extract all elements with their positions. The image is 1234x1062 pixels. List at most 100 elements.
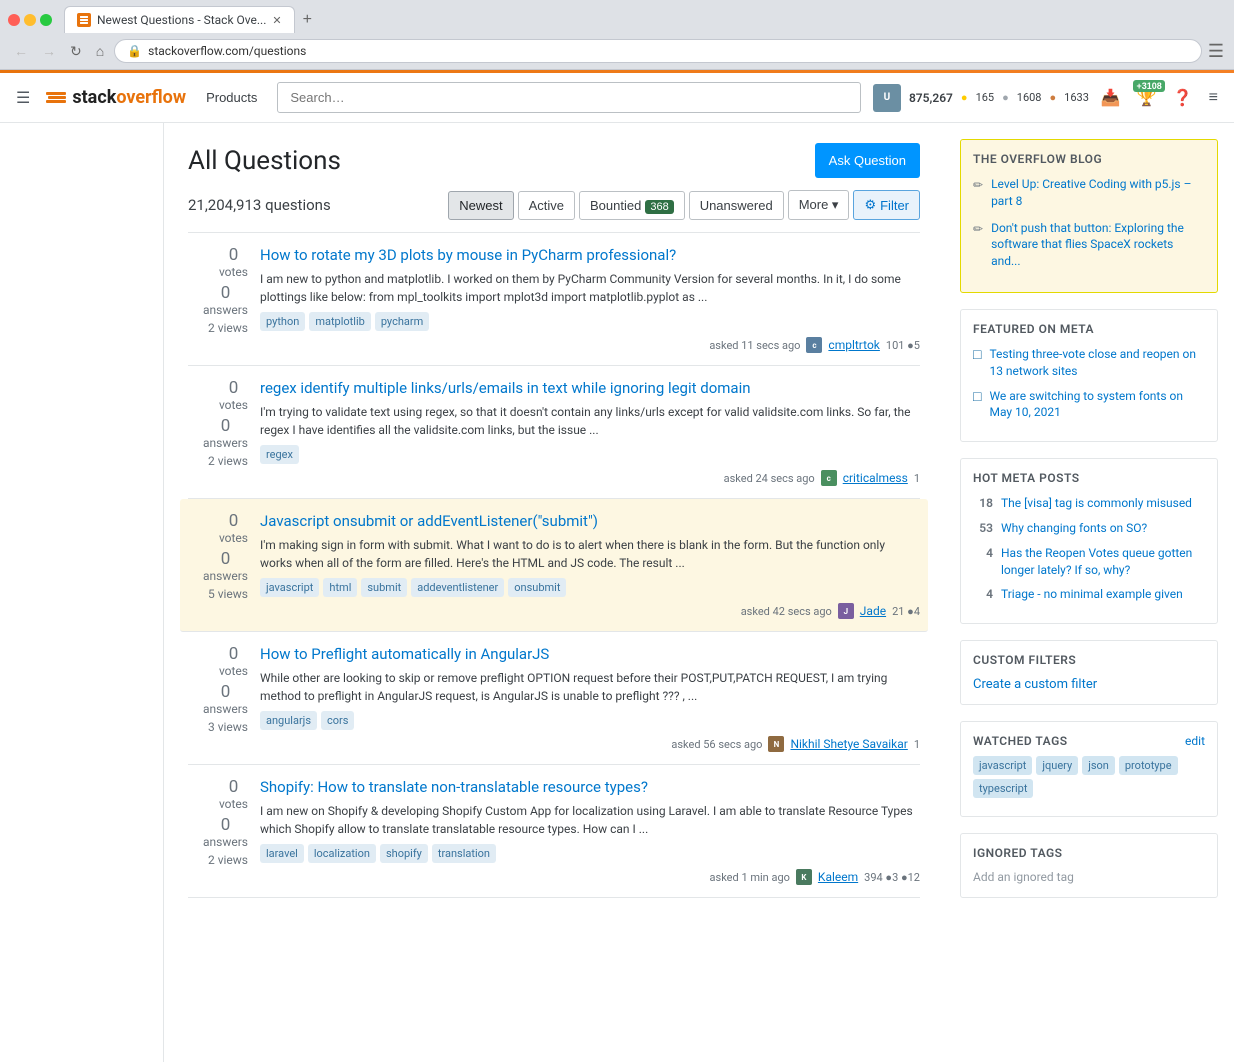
question-title-link[interactable]: regex identify multiple links/urls/email… bbox=[260, 378, 920, 399]
tag[interactable]: pycharm bbox=[375, 312, 429, 331]
help-button[interactable]: ❓ bbox=[1169, 84, 1197, 112]
unanswered-filter-button[interactable]: Unanswered bbox=[689, 191, 784, 220]
maximize-button[interactable] bbox=[40, 14, 52, 26]
tag[interactable]: python bbox=[260, 312, 305, 331]
vote-count: 0 votes bbox=[219, 245, 248, 279]
table-row: 0 votes 0 answers 2 views How to rotate … bbox=[188, 233, 920, 366]
more-filter-button[interactable]: More ▾ bbox=[788, 190, 850, 220]
question-excerpt: I am new to python and matplotlib. I wor… bbox=[260, 270, 920, 306]
active-filter-button[interactable]: Active bbox=[518, 191, 575, 220]
tag[interactable]: angularjs bbox=[260, 711, 317, 730]
hot-meta-count: 4 bbox=[973, 586, 993, 603]
filter-button[interactable]: ⚙ Filter bbox=[853, 190, 920, 220]
filter-bar: Newest Active Bountied368 Unanswered Mor… bbox=[448, 190, 920, 220]
achievements-button[interactable]: 🏆 +3108 bbox=[1133, 84, 1161, 112]
question-title-link[interactable]: Shopify: How to translate non-translatab… bbox=[260, 777, 920, 798]
logo-bar-3 bbox=[46, 100, 66, 103]
user-name-link[interactable]: Jade bbox=[860, 604, 886, 618]
blog-link-2[interactable]: Don't push that button: Exploring the so… bbox=[991, 220, 1205, 270]
hot-meta-link[interactable]: Has the Reopen Votes queue gotten longer… bbox=[1001, 545, 1205, 579]
user-name-link[interactable]: criticalmess bbox=[843, 471, 908, 485]
question-title-link[interactable]: How to rotate my 3D plots by mouse in Py… bbox=[260, 245, 920, 266]
table-row: 0 votes 0 answers 2 views Shopify: How t… bbox=[188, 765, 920, 898]
tag[interactable]: javascript bbox=[260, 578, 319, 597]
tab-close-icon[interactable]: ✕ bbox=[272, 14, 281, 27]
nav-refresh-button[interactable]: ↻ bbox=[66, 41, 86, 62]
tag[interactable]: onsubmit bbox=[508, 578, 566, 597]
so-logo-text: stackoverflow bbox=[72, 87, 186, 108]
asked-time: asked 56 secs ago bbox=[671, 738, 762, 751]
nav-back-button[interactable]: ← bbox=[10, 41, 32, 61]
minimize-button[interactable] bbox=[24, 14, 36, 26]
answer-count: 0 answers bbox=[203, 283, 248, 317]
watched-tag[interactable]: prototype bbox=[1119, 756, 1178, 775]
close-button[interactable] bbox=[8, 14, 20, 26]
user-avatar[interactable]: U bbox=[873, 84, 901, 112]
browser-controls[interactable] bbox=[8, 14, 52, 26]
user-name-link[interactable]: Nikhil Shetye Savaikar bbox=[790, 737, 907, 751]
featured-meta-title: Featured on Meta bbox=[973, 322, 1205, 336]
blog-item: ✏ Don't push that button: Exploring the … bbox=[973, 220, 1205, 270]
nav-forward-button[interactable]: → bbox=[38, 41, 60, 61]
so-sidebar bbox=[0, 123, 164, 1062]
tag[interactable]: laravel bbox=[260, 844, 304, 863]
question-stats: 0 votes 0 answers 3 views bbox=[188, 644, 248, 752]
hot-meta-item: 18 The [visa] tag is commonly misused bbox=[973, 495, 1205, 512]
active-tab[interactable]: Newest Questions - Stack Ove... ✕ bbox=[64, 6, 295, 33]
user-mini-avatar: c bbox=[806, 337, 822, 353]
tag[interactable]: cors bbox=[321, 711, 354, 730]
meta-link-2[interactable]: □ We are switching to system fonts on Ma… bbox=[973, 388, 1205, 422]
bronze-badge: ● bbox=[1050, 91, 1057, 104]
question-tags: angularjs cors bbox=[260, 711, 920, 730]
so-logo[interactable]: stackoverflow bbox=[46, 87, 186, 108]
table-row: 0 votes 0 answers 2 views regex identify… bbox=[188, 366, 920, 499]
vote-count: 0 votes bbox=[219, 378, 248, 412]
hot-meta-title: Hot Meta Posts bbox=[973, 471, 1205, 485]
edit-watched-tags-link[interactable]: edit bbox=[1185, 734, 1205, 748]
search-input[interactable] bbox=[277, 82, 861, 113]
hot-meta-link[interactable]: Triage - no minimal example given bbox=[1001, 586, 1183, 603]
hot-meta-item: 53 Why changing fonts on SO? bbox=[973, 520, 1205, 537]
so-logo-icon bbox=[46, 92, 66, 103]
address-bar[interactable]: 🔒 stackoverflow.com/questions bbox=[114, 39, 1202, 63]
watched-tag[interactable]: jquery bbox=[1036, 756, 1078, 775]
tag[interactable]: addeventlistener bbox=[411, 578, 504, 597]
so-header: ☰ stackoverflow Products U 875,267 ● 165… bbox=[0, 73, 1234, 123]
user-name-link[interactable]: cmpltrtok bbox=[828, 338, 879, 352]
tag[interactable]: localization bbox=[308, 844, 376, 863]
tag[interactable]: html bbox=[323, 578, 357, 597]
nav-home-button[interactable]: ⌂ bbox=[92, 41, 108, 61]
add-ignored-tag-input[interactable]: Add an ignored tag bbox=[973, 870, 1074, 884]
question-tags: regex bbox=[260, 445, 920, 464]
watched-tag[interactable]: typescript bbox=[973, 779, 1033, 798]
watched-tag[interactable]: json bbox=[1082, 756, 1115, 775]
hot-meta-link[interactable]: The [visa] tag is commonly misused bbox=[1001, 495, 1192, 512]
so-body: All Questions Ask Question 21,204,913 qu… bbox=[0, 123, 1234, 1062]
user-options-button[interactable]: ≡ bbox=[1205, 85, 1222, 111]
hamburger-menu-button[interactable]: ☰ bbox=[12, 84, 34, 112]
tag[interactable]: submit bbox=[361, 578, 407, 597]
hot-meta-link[interactable]: Why changing fonts on SO? bbox=[1001, 520, 1147, 537]
meta-link-1[interactable]: □ Testing three-vote close and reopen on… bbox=[973, 346, 1205, 380]
new-tab-button[interactable]: + bbox=[295, 7, 320, 33]
question-title-link[interactable]: How to Preflight automatically in Angula… bbox=[260, 644, 920, 665]
inbox-button[interactable]: 📥 bbox=[1097, 84, 1125, 112]
ask-question-button[interactable]: Ask Question bbox=[815, 143, 920, 178]
watched-tag[interactable]: javascript bbox=[973, 756, 1032, 775]
browser-menu-button[interactable]: ☰ bbox=[1208, 41, 1224, 62]
question-tags: javascript html submit addeventlistener … bbox=[260, 578, 920, 597]
question-title-link[interactable]: Javascript onsubmit or addEventListener(… bbox=[260, 511, 920, 532]
user-mini-avatar: N bbox=[768, 736, 784, 752]
tag[interactable]: translation bbox=[432, 844, 496, 863]
meta-link-text-1: Testing three-vote close and reopen on 1… bbox=[989, 346, 1205, 380]
bountied-filter-button[interactable]: Bountied368 bbox=[579, 191, 685, 220]
question-excerpt: I am new on Shopify & developing Shopify… bbox=[260, 802, 920, 838]
blog-link-1[interactable]: Level Up: Creative Coding with p5.js – p… bbox=[991, 176, 1205, 210]
create-custom-filter-link[interactable]: Create a custom filter bbox=[973, 677, 1097, 692]
tag[interactable]: shopify bbox=[380, 844, 428, 863]
newest-filter-button[interactable]: Newest bbox=[448, 191, 513, 220]
user-name-link[interactable]: Kaleem bbox=[818, 870, 858, 884]
tag[interactable]: regex bbox=[260, 445, 299, 464]
products-nav-button[interactable]: Products bbox=[198, 84, 265, 111]
tag[interactable]: matplotlib bbox=[309, 312, 370, 331]
